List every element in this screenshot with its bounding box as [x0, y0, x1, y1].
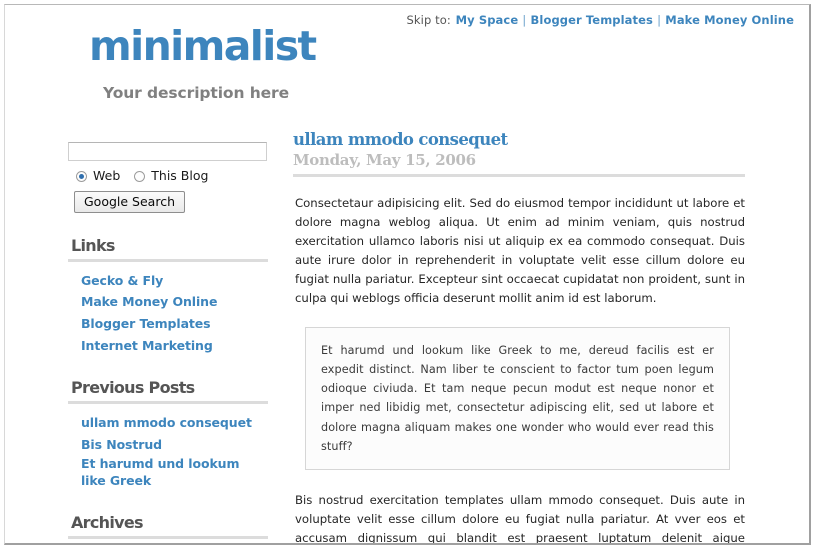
search-scope-web[interactable]: Web	[76, 168, 121, 183]
page-frame: Skip to: My Space | Blogger Templates | Make…	[4, 4, 811, 545]
sidebar: Web This Blog Google Search Links Gecko …	[68, 131, 278, 543]
search-scope-this-blog[interactable]: This Blog	[134, 168, 209, 183]
list-item: Make Money Online	[81, 291, 278, 311]
sidebar-heading-links: Links	[68, 236, 268, 262]
post-paragraph-2: Bis nostrud exercitation templates ullam…	[295, 493, 745, 545]
content-wrapper: Web This Blog Google Search Links Gecko …	[5, 130, 809, 545]
search-scope-options: Web This Blog	[76, 168, 278, 183]
post-title[interactable]: ullam mmodo consequet	[293, 130, 745, 150]
sidebar-link-gecko-and-fly[interactable]: Gecko & Fly	[81, 273, 163, 290]
previous-post-link-et-harumd-und-lookum-like-greek[interactable]: Et harumd und lookum like Greek	[81, 456, 266, 490]
list-item: Bis Nostrud	[81, 434, 278, 454]
previous-post-link-ullam-mmodo-consequet[interactable]: ullam mmodo consequet	[81, 415, 252, 432]
main-content: ullam mmodo consequet Monday, May 15, 20…	[293, 130, 745, 545]
post-date: Monday, May 15, 2006	[293, 151, 745, 177]
masthead: minimalist Your description here	[5, 24, 809, 103]
sidebar-link-internet-marketing[interactable]: Internet Marketing	[81, 338, 213, 355]
list-item: Gecko & Fly	[81, 270, 278, 290]
blog-description: Your description here	[103, 84, 290, 103]
search-scope-this-blog-label: This Blog	[151, 168, 209, 183]
sidebar-heading-previous-posts: Previous Posts	[68, 378, 268, 404]
list-item: Et harumd und lookum like Greek	[81, 456, 278, 490]
list-item: ullam mmodo consequet	[81, 412, 278, 432]
sidebar-link-make-money-online[interactable]: Make Money Online	[81, 294, 217, 311]
sidebar-heading-archives: Archives	[68, 513, 268, 539]
sidebar-list-previous-posts: ullam mmodo consequet Bis Nostrud Et har…	[68, 412, 278, 490]
post-paragraph-1: Consectetaur adipisicing elit. Sed do ei…	[295, 195, 745, 305]
sidebar-link-blogger-templates[interactable]: Blogger Templates	[81, 316, 211, 333]
post-blockquote: Et harumd und lookum like Greek to me, d…	[305, 326, 730, 471]
list-item: Internet Marketing	[81, 335, 278, 355]
radio-this-blog-icon[interactable]	[134, 170, 146, 182]
previous-post-link-bis-nostrud[interactable]: Bis Nostrud	[81, 437, 162, 454]
search-input[interactable]	[68, 142, 267, 161]
google-search-button[interactable]: Google Search	[74, 190, 185, 213]
search-scope-web-label: Web	[93, 168, 121, 183]
radio-web-icon[interactable]	[76, 170, 87, 182]
sidebar-list-links: Gecko & Fly Make Money Online Blogger Te…	[68, 270, 278, 356]
list-item: Blogger Templates	[81, 313, 278, 333]
blog-title[interactable]: minimalist	[5, 24, 809, 68]
